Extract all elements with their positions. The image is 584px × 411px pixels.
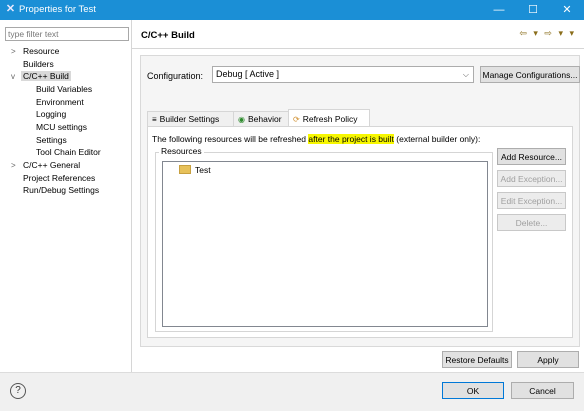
window-title: Properties for Test xyxy=(19,4,96,15)
app-icon: ✕ xyxy=(5,3,16,15)
dialog-footer: ? OK Cancel xyxy=(0,372,584,411)
tree-item-label: C/C++ Build xyxy=(21,71,71,81)
expand-icon[interactable]: > xyxy=(11,160,20,171)
tree-item-cpp-build[interactable]: v C/C++ Build xyxy=(11,71,71,82)
folder-icon xyxy=(179,165,191,174)
tree-item-mcu-settings[interactable]: MCU settings xyxy=(36,122,87,133)
page-title: C/C++ Build xyxy=(141,30,195,41)
tree-item-project-references[interactable]: Project References xyxy=(23,173,95,184)
property-tree-pane: type filter text > Resource Builders v C… xyxy=(0,20,132,372)
tree-item-logging[interactable]: Logging xyxy=(36,109,66,120)
minimize-button[interactable]: — xyxy=(482,0,516,20)
tab-refresh-policy[interactable]: ⟳ Refresh Policy xyxy=(288,109,370,127)
tree-item-label: Resource xyxy=(23,46,60,56)
property-page: C/C++ Build ⇦ ▾ ⇨ ▾ ▾ Configuration: Deb… xyxy=(132,20,584,372)
list-item[interactable]: Test xyxy=(179,165,211,175)
resources-group: Resources Test xyxy=(155,146,493,332)
help-icon[interactable]: ? xyxy=(10,383,26,399)
title-bar: ✕ Properties for Test — ☐ ✕ xyxy=(0,0,584,20)
tab-builder-settings[interactable]: ≡ Builder Settings xyxy=(147,111,236,127)
expand-icon[interactable]: > xyxy=(11,46,20,57)
edit-exception-button[interactable]: Edit Exception... xyxy=(497,192,566,209)
tab-label: Builder Settings xyxy=(159,114,220,124)
configuration-select[interactable]: Debug [ Active ] ⌵ xyxy=(212,66,474,83)
cancel-button[interactable]: Cancel xyxy=(511,382,574,399)
tree-item-resource[interactable]: > Resource xyxy=(11,46,60,57)
builder-settings-icon: ≡ xyxy=(152,115,157,124)
tree-item-label: Tool Chain Editor xyxy=(36,147,101,157)
tree-item-label: Build Variables xyxy=(36,84,93,94)
page-content: Configuration: Debug [ Active ] ⌵ Manage… xyxy=(140,55,580,347)
collapse-icon[interactable]: v xyxy=(11,71,20,82)
close-button[interactable]: ✕ xyxy=(550,0,584,20)
description-text: (external builder only): xyxy=(393,134,481,144)
description-highlight: after the project is built xyxy=(308,134,394,144)
tree-item-label: Logging xyxy=(36,109,67,119)
restore-defaults-button[interactable]: Restore Defaults xyxy=(442,351,512,368)
resource-label: Test xyxy=(195,165,211,175)
tree-item-label: MCU settings xyxy=(36,122,88,132)
tree-item-cpp-general[interactable]: > C/C++ General xyxy=(11,160,81,171)
add-exception-button[interactable]: Add Exception... xyxy=(497,170,566,187)
page-header: C/C++ Build ⇦ ▾ ⇨ ▾ ▾ xyxy=(132,20,584,49)
maximize-button[interactable]: ☐ xyxy=(516,0,550,20)
tree-item-run-debug-settings[interactable]: Run/Debug Settings xyxy=(23,185,99,196)
tree-item-environment[interactable]: Environment xyxy=(36,97,84,108)
manage-configurations-button[interactable]: Manage Configurations... xyxy=(480,66,580,83)
add-resource-button[interactable]: Add Resource... xyxy=(497,148,566,165)
filter-input[interactable]: type filter text xyxy=(5,27,129,41)
tree-item-label: Project References xyxy=(23,173,96,183)
tree-item-label: Builders xyxy=(23,59,54,69)
tree-item-label: Run/Debug Settings xyxy=(23,185,100,195)
tab-label: Behavior xyxy=(247,114,282,124)
history-nav-icons[interactable]: ⇦ ▾ ⇨ ▾ ▾ xyxy=(519,28,576,39)
ok-button[interactable]: OK xyxy=(442,382,504,399)
behavior-icon: ◉ xyxy=(238,115,245,124)
resources-group-label: Resources xyxy=(159,146,204,156)
apply-button[interactable]: Apply xyxy=(517,351,579,368)
tree-item-settings[interactable]: Settings xyxy=(36,135,67,146)
tree-item-label: Environment xyxy=(36,97,84,107)
tree-item-builders[interactable]: Builders xyxy=(23,59,54,70)
tree-item-label: Settings xyxy=(36,135,67,145)
tree-item-label: C/C++ General xyxy=(23,160,81,170)
delete-button[interactable]: Delete... xyxy=(497,214,566,231)
configuration-label: Configuration: xyxy=(147,71,204,81)
tab-label: Refresh Policy xyxy=(302,114,358,124)
resources-list[interactable]: Test xyxy=(162,161,488,327)
tree-item-tool-chain-editor[interactable]: Tool Chain Editor xyxy=(36,147,101,158)
tab-behavior[interactable]: ◉ Behavior xyxy=(233,111,294,127)
tree-item-build-variables[interactable]: Build Variables xyxy=(36,84,92,95)
configuration-value: Debug [ Active ] xyxy=(216,69,280,79)
refresh-description: The following resources will be refreshe… xyxy=(152,134,480,144)
description-text: The following resources will be refreshe… xyxy=(152,134,309,144)
chevron-down-icon: ⌵ xyxy=(462,70,469,79)
